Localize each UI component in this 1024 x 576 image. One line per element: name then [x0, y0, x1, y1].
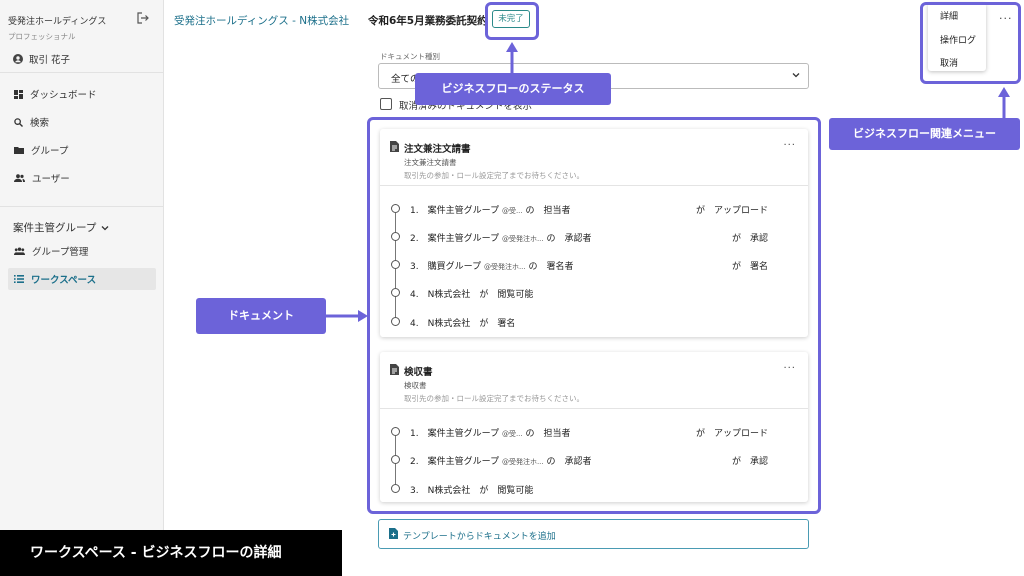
- caption: ワークスペース - ビジネスフローの詳細: [0, 530, 342, 576]
- show-cancelled-checkbox[interactable]: [380, 98, 392, 110]
- plan-label: プロフェッショナル: [8, 32, 76, 41]
- sidebar: 受発注ホールディングス プロフェッショナル 取引 花子 ダッシュボード 検索 グ…: [0, 0, 164, 576]
- group-heading: 案件主管グループ: [13, 222, 97, 234]
- sidebar-item-label: グループ: [31, 146, 69, 157]
- group-selector[interactable]: 案件主管グループ: [13, 220, 109, 235]
- sidebar-item-label: ワークスペース: [31, 275, 97, 286]
- menu-callout: ビジネスフロー関連メニュー: [829, 118, 1020, 150]
- group-management-icon: [14, 247, 25, 255]
- sidebar-item-label: グループ管理: [32, 247, 89, 258]
- search-icon: [14, 117, 23, 127]
- sidebar-item-dashboard[interactable]: ダッシュボード: [8, 83, 156, 105]
- sidebar-item-label: ユーザー: [32, 174, 70, 185]
- add-document-label: テンプレートからドキュメントを追加: [403, 532, 556, 542]
- add-document-icon: [389, 528, 398, 539]
- documents-highlight-frame: [367, 117, 821, 514]
- sidebar-item-group-management[interactable]: グループ管理: [8, 240, 156, 262]
- divider: [0, 72, 164, 73]
- chevron-down-icon: [101, 225, 109, 230]
- status-callout: ビジネスフローのステータス: [415, 73, 611, 105]
- document-type-label: ドキュメント種別: [380, 52, 440, 61]
- org-name: 受発注ホールディングス: [8, 17, 107, 27]
- user-profile[interactable]: 取引 花子: [13, 52, 70, 66]
- user-avatar-icon: [13, 54, 23, 64]
- sidebar-item-group[interactable]: グループ: [8, 139, 156, 161]
- user-name: 取引 花子: [29, 55, 71, 66]
- sidebar-item-search[interactable]: 検索: [8, 111, 156, 133]
- breadcrumb[interactable]: 受発注ホールディングス - N株式会社: [174, 13, 349, 28]
- status-highlight-frame: [485, 2, 539, 40]
- documents-callout: ドキュメント: [196, 298, 326, 334]
- dashboard-icon: [14, 89, 23, 99]
- folder-icon: [14, 147, 24, 154]
- divider: [0, 206, 164, 207]
- arrow-up-icon: [506, 42, 518, 74]
- chevron-down-icon: [792, 73, 800, 78]
- add-document-button[interactable]: テンプレートからドキュメントを追加: [378, 519, 809, 549]
- page-title: 令和6年5月業務委託契約: [368, 15, 488, 27]
- sidebar-item-workspace[interactable]: ワークスペース: [8, 268, 156, 290]
- list-icon: [14, 275, 24, 283]
- sidebar-item-label: 検索: [30, 118, 50, 129]
- sidebar-item-label: ダッシュボード: [30, 90, 97, 101]
- menu-highlight-frame: [920, 2, 1021, 84]
- users-icon: [14, 174, 25, 182]
- sidebar-item-users[interactable]: ユーザー: [8, 167, 156, 189]
- arrow-right-icon: [326, 310, 368, 322]
- logout-icon[interactable]: [137, 12, 149, 24]
